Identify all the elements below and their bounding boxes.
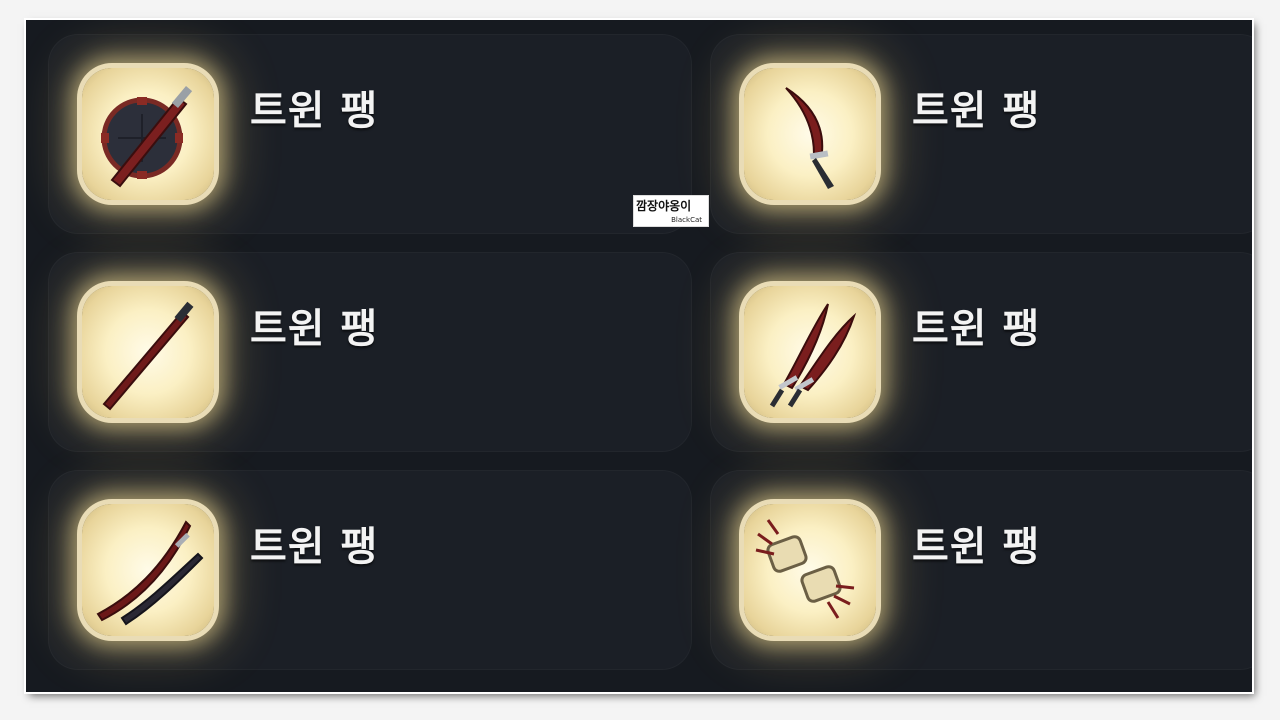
weapon-card[interactable]: 트윈 팽 — [48, 34, 692, 234]
watermark-subtext: BlackCat — [671, 216, 702, 224]
weapon-name: 트윈 팽 — [250, 524, 379, 570]
weapon-card[interactable]: 트윈 팽 — [710, 252, 1252, 452]
watermark-logo: 깜장야옹이 BlackCat — [633, 195, 709, 227]
spiked-gauntlets-icon — [755, 519, 855, 619]
curved-dagger-icon — [785, 87, 834, 189]
weapon-icon-frame — [82, 68, 214, 200]
twin-sabers-icon — [769, 303, 857, 408]
watermark-text: 깜장야옹이 — [636, 199, 692, 213]
weapon-card[interactable]: 트윈 팽 — [48, 252, 692, 452]
weapon-name: 트윈 팽 — [912, 88, 1041, 134]
weapon-name: 트윈 팽 — [912, 524, 1041, 570]
weapon-icon-frame — [82, 504, 214, 636]
weapon-card[interactable]: 트윈 팽 — [48, 470, 692, 670]
weapon-icon-frame — [744, 68, 876, 200]
weapon-card[interactable]: 트윈 팽 — [710, 470, 1252, 670]
weapon-list-panel: 트윈 팽 트윈 팽 트윈 팽 트윈 팽 트윈 팽 트윈 팽 깜장야옹이 Blac… — [26, 20, 1252, 692]
weapon-name: 트윈 팽 — [250, 88, 379, 134]
long-sword-icon — [102, 301, 194, 411]
sword-and-shield-icon — [101, 86, 193, 188]
weapon-name: 트윈 팽 — [250, 306, 379, 352]
weapon-icon-frame — [744, 504, 876, 636]
katana-and-sheath-icon — [96, 520, 204, 626]
weapon-icon-frame — [82, 286, 214, 418]
weapon-name: 트윈 팽 — [912, 306, 1041, 352]
weapon-card[interactable]: 트윈 팽 — [710, 34, 1252, 234]
weapon-icon-frame — [744, 286, 876, 418]
